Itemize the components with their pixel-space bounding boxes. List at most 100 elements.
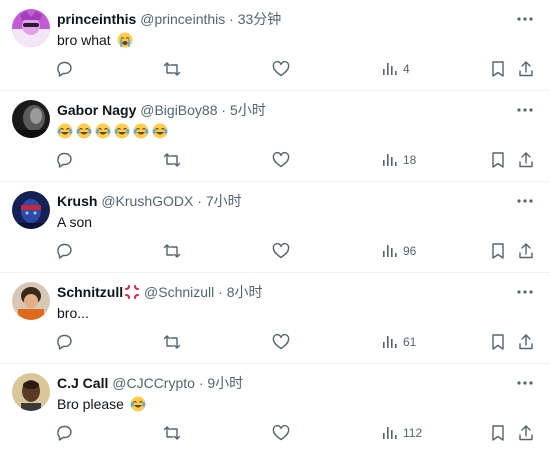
- bookmark-button[interactable]: [489, 59, 507, 79]
- reply-button[interactable]: [55, 150, 73, 170]
- bookmark-button[interactable]: [489, 241, 507, 261]
- display-name[interactable]: C.J Call: [57, 375, 108, 391]
- like-button[interactable]: [272, 150, 290, 170]
- tweet-text: A son: [57, 212, 92, 232]
- user-handle[interactable]: @KrushGODX: [101, 193, 193, 209]
- share-icon: [519, 61, 533, 77]
- views-button[interactable]: 18: [381, 150, 416, 170]
- reply-icon: [57, 243, 72, 259]
- share-button[interactable]: [517, 423, 535, 443]
- face-with-tears-of-joy-icon: [114, 123, 130, 139]
- reply-tweet[interactable]: Krush @KrushGODX · 7小时 A son 96: [0, 182, 550, 273]
- heart-icon: [272, 151, 290, 168]
- tweet-actions: 112: [0, 423, 550, 443]
- reply-tweet[interactable]: Schnitzull @Schnizull · 8小时 bro... 61: [0, 273, 550, 364]
- tweet-actions: 96: [0, 241, 550, 261]
- display-name[interactable]: princeinthis: [57, 11, 136, 27]
- face-with-tears-of-joy-icon: [133, 123, 149, 139]
- face-with-tears-of-joy-icon: [76, 123, 92, 139]
- timestamp[interactable]: 33分钟: [238, 11, 282, 27]
- bookmark-button[interactable]: [489, 332, 507, 352]
- avatar[interactable]: [12, 191, 50, 229]
- heart-icon: [272, 424, 290, 441]
- user-handle[interactable]: @princeinthis: [140, 11, 225, 27]
- display-name[interactable]: Krush: [57, 193, 97, 209]
- more-icon[interactable]: [516, 374, 534, 392]
- reply-tweet[interactable]: C.J Call @CJCCrypto · 9小时 Bro please 112: [0, 364, 550, 454]
- retweet-button[interactable]: [163, 59, 181, 79]
- timestamp[interactable]: 8小时: [227, 284, 263, 300]
- views-icon: [383, 63, 397, 75]
- retweet-button[interactable]: [163, 332, 181, 352]
- retweet-button[interactable]: [163, 150, 181, 170]
- bookmark-icon: [492, 152, 504, 168]
- separator-dot: ·: [218, 284, 223, 300]
- face-with-tears-of-joy-icon: [152, 123, 168, 139]
- views-button[interactable]: 96: [381, 241, 416, 261]
- user-handle[interactable]: @Schnizull: [144, 284, 214, 300]
- avatar-image: [12, 9, 50, 47]
- more-icon[interactable]: [516, 101, 534, 119]
- tweet-text: [57, 121, 171, 141]
- more-icon[interactable]: [516, 192, 534, 210]
- more-icon[interactable]: [516, 283, 534, 301]
- tweet-header: Schnitzull @Schnizull · 8小时: [57, 282, 510, 302]
- retweet-icon: [163, 62, 181, 76]
- view-count: 112: [403, 426, 423, 440]
- bookmark-button[interactable]: [489, 150, 507, 170]
- timestamp[interactable]: 5小时: [230, 102, 266, 118]
- share-icon: [519, 425, 533, 441]
- reply-button[interactable]: [55, 332, 73, 352]
- avatar[interactable]: [12, 282, 50, 320]
- share-icon: [519, 243, 533, 259]
- bookmark-button[interactable]: [489, 423, 507, 443]
- avatar[interactable]: [12, 100, 50, 138]
- retweet-button[interactable]: [163, 423, 181, 443]
- tweet-text-content: bro...: [57, 305, 89, 321]
- like-button[interactable]: [272, 241, 290, 261]
- reply-button[interactable]: [55, 241, 73, 261]
- timestamp[interactable]: 7小时: [206, 193, 242, 209]
- share-button[interactable]: [517, 59, 535, 79]
- tweet-text: bro...: [57, 303, 89, 323]
- reply-feed: princeinthis @princeinthis · 33分钟 bro wh…: [0, 0, 550, 454]
- like-button[interactable]: [272, 423, 290, 443]
- avatar[interactable]: [12, 9, 50, 47]
- reply-button[interactable]: [55, 423, 73, 443]
- share-button[interactable]: [517, 332, 535, 352]
- timestamp[interactable]: 9小时: [207, 375, 243, 391]
- views-button[interactable]: 112: [381, 423, 422, 443]
- more-icon[interactable]: [516, 10, 534, 28]
- user-handle[interactable]: @CJCCrypto: [112, 375, 195, 391]
- tweet-text-content: A son: [57, 214, 93, 230]
- user-handle[interactable]: @BigiBoy88: [140, 102, 217, 118]
- share-button[interactable]: [517, 150, 535, 170]
- display-name[interactable]: Schnitzull: [57, 284, 123, 300]
- reply-tweet[interactable]: princeinthis @princeinthis · 33分钟 bro wh…: [0, 0, 550, 91]
- views-button[interactable]: 61: [381, 332, 416, 352]
- display-name[interactable]: Gabor Nagy: [57, 102, 136, 118]
- separator-dot: ·: [197, 193, 202, 209]
- tweet-header: princeinthis @princeinthis · 33分钟: [57, 9, 510, 29]
- retweet-button[interactable]: [163, 241, 181, 261]
- like-button[interactable]: [272, 332, 290, 352]
- retweet-icon: [163, 335, 181, 349]
- tweet-actions: 61: [0, 332, 550, 352]
- reply-button[interactable]: [55, 59, 73, 79]
- bookmark-icon: [492, 61, 504, 77]
- view-count: 61: [403, 335, 417, 349]
- bookmark-icon: [492, 425, 504, 441]
- reply-tweet[interactable]: Gabor Nagy @BigiBoy88 · 5小时 18: [0, 91, 550, 182]
- avatar-image: [12, 100, 50, 138]
- reply-icon: [57, 425, 72, 441]
- tweet-text: bro what: [57, 30, 133, 50]
- view-count: 18: [403, 153, 417, 167]
- share-button[interactable]: [517, 241, 535, 261]
- face-with-tears-of-joy-icon: [130, 396, 146, 412]
- separator-dot: ·: [221, 102, 227, 118]
- separator-dot: ·: [198, 375, 204, 391]
- avatar-image: [12, 282, 50, 320]
- avatar[interactable]: [12, 373, 50, 411]
- views-button[interactable]: 4: [381, 59, 410, 79]
- like-button[interactable]: [272, 59, 290, 79]
